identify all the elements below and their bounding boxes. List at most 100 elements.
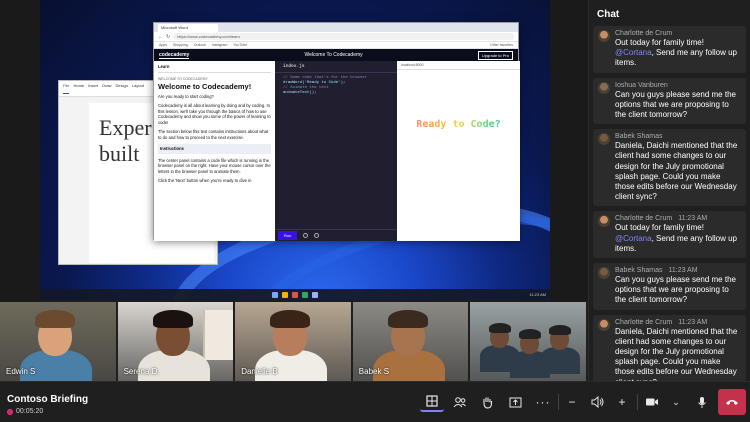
browser-tab[interactable]: Microsoft Word bbox=[158, 24, 218, 32]
chat-message[interactable]: Charlotte de Crum 11:23 AM Daniela, Daichi… bbox=[593, 314, 746, 381]
refresh-icon[interactable]: ↻ bbox=[166, 34, 170, 40]
chat-message[interactable]: Charlotte de Crum Out today for family ti… bbox=[593, 26, 746, 73]
word-tab[interactable]: Home bbox=[73, 83, 84, 94]
start-icon[interactable] bbox=[272, 291, 278, 298]
reset-icon[interactable] bbox=[303, 233, 309, 238]
favorite-item[interactable]: Shopping bbox=[173, 43, 188, 47]
people-icon bbox=[453, 397, 466, 408]
avatar[interactable] bbox=[598, 215, 610, 228]
shared-screen[interactable]: File Home Insert Draw Design Layout Expe… bbox=[40, 0, 550, 300]
more-icon: ··· bbox=[535, 395, 551, 409]
codecademy-logo[interactable]: codecademy bbox=[159, 52, 190, 59]
copy-icon[interactable] bbox=[314, 233, 320, 238]
meeting-timer: 00:05:20 bbox=[7, 408, 43, 415]
grid-view-button[interactable] bbox=[420, 392, 444, 412]
sender-name: Babek Shamas bbox=[615, 133, 663, 141]
share-screen-icon bbox=[509, 397, 521, 407]
message-text: Can you guys please send me the options … bbox=[615, 89, 736, 120]
mention[interactable]: @Cortana bbox=[615, 48, 652, 57]
recording-icon bbox=[7, 408, 13, 415]
favorite-item[interactable]: Other favorites bbox=[490, 43, 513, 47]
run-button[interactable]: Run bbox=[278, 231, 298, 240]
teams-meeting-window: File Home Insert Draw Design Layout Expe… bbox=[0, 0, 750, 422]
word-tab[interactable]: Layout bbox=[132, 83, 144, 94]
chevron-down-icon: ⌄ bbox=[672, 396, 680, 407]
hang-up-icon bbox=[726, 400, 738, 405]
avatar[interactable] bbox=[598, 318, 610, 331]
participant-hair bbox=[152, 310, 193, 328]
preview-text[interactable]: Ready to Code? bbox=[397, 119, 520, 130]
code-file-tab[interactable]: index.js bbox=[275, 61, 397, 73]
camera-options-button[interactable]: ⌄ bbox=[667, 392, 685, 412]
chat-message-list[interactable]: Charlotte de Crum Out today for family ti… bbox=[589, 26, 750, 381]
favorite-item[interactable]: Apps bbox=[159, 43, 167, 47]
favorite-item[interactable]: YouTube bbox=[233, 43, 247, 47]
favorites-bar: Apps Shopping Outlook Instagram YouTube … bbox=[154, 42, 518, 49]
favorite-item[interactable]: Instagram bbox=[212, 43, 228, 47]
message-meta: Ioshua Vanburen bbox=[615, 81, 742, 90]
bookshelf bbox=[202, 310, 233, 360]
code-line: animateText(); bbox=[283, 91, 317, 95]
stage-margin-left bbox=[0, 0, 40, 302]
participant-tile[interactable]: Edwin S bbox=[0, 302, 116, 381]
avatar[interactable] bbox=[598, 267, 610, 280]
word-tab[interactable]: Draw bbox=[102, 83, 111, 94]
participant-tile[interactable]: Danielle B bbox=[235, 302, 351, 381]
leave-call-button[interactable] bbox=[718, 389, 746, 415]
camera-button[interactable] bbox=[640, 392, 664, 412]
word-tab[interactable]: Insert bbox=[88, 83, 98, 94]
avatar[interactable] bbox=[598, 30, 610, 42]
word-tab[interactable]: Design bbox=[115, 83, 127, 94]
meeting-control-bar: Contoso Briefing 00:05:20 ··· − + ⌄ bbox=[0, 381, 750, 422]
avatar[interactable] bbox=[598, 81, 610, 94]
zoom-out-button[interactable]: − bbox=[560, 392, 584, 412]
participant-name: Danielle B bbox=[241, 367, 278, 376]
meeting-title: Contoso Briefing bbox=[7, 394, 89, 405]
more-options-button[interactable]: ··· bbox=[531, 392, 555, 412]
learn-paragraph: Codecademy is all about learning by doin… bbox=[158, 103, 271, 125]
participant-hair bbox=[270, 310, 311, 328]
participant-hair bbox=[518, 328, 541, 339]
raise-hand-button[interactable] bbox=[475, 392, 499, 412]
mention[interactable]: @Cortana bbox=[615, 234, 652, 243]
chat-panel: Chat Charlotte de Crum Out today for fami… bbox=[588, 0, 750, 381]
speaker-icon bbox=[591, 396, 603, 408]
app-icon[interactable] bbox=[292, 291, 298, 298]
people-button[interactable] bbox=[447, 392, 471, 412]
zoom-in-button[interactable]: + bbox=[610, 392, 634, 412]
message-meta: Charlotte de Crum 11:23 AM bbox=[615, 318, 742, 327]
learn-paragraph: Are you ready to start coding? bbox=[158, 93, 214, 99]
sender-name: Charlotte de Crum bbox=[615, 30, 673, 37]
participant-name: Serena D. bbox=[123, 367, 160, 376]
chat-message[interactable]: Babek Shamas 11:23 AM Can you guys please … bbox=[593, 263, 746, 310]
code-editor[interactable]: index.js // Some code that's for the bro… bbox=[275, 61, 397, 241]
upgrade-button[interactable]: Upgrade to Pro bbox=[477, 50, 513, 60]
favorite-item[interactable]: Outlook bbox=[194, 43, 206, 47]
share-button[interactable] bbox=[503, 392, 527, 412]
back-icon[interactable]: ← bbox=[158, 34, 163, 40]
preview-panel[interactable]: localhost:8000 Ready to Code? bbox=[397, 61, 520, 241]
file-explorer-icon[interactable] bbox=[282, 291, 288, 298]
message-time: 11:23 AM bbox=[678, 215, 708, 223]
app-icon[interactable] bbox=[312, 291, 318, 298]
chat-message[interactable]: Ioshua Vanburen Can you guys please send … bbox=[593, 77, 746, 125]
participant-tile[interactable] bbox=[470, 302, 586, 381]
learn-panel: Learn WELCOME TO CODECADEMY Welcome to C… bbox=[154, 61, 275, 241]
volume-button[interactable] bbox=[585, 392, 609, 412]
code-editor-footer: Run bbox=[275, 229, 397, 241]
message-text: Out today for family time! @Cortana, Sen… bbox=[615, 223, 737, 253]
instructions-paragraph: Click the 'Next' button when you're read… bbox=[158, 178, 252, 183]
participant-tile[interactable]: Serena D. bbox=[117, 302, 234, 381]
chat-message[interactable]: Charlotte de Crum 11:23 AM Out today for f… bbox=[593, 211, 746, 259]
word-tab[interactable]: File bbox=[63, 83, 70, 94]
shared-content-stage: File Home Insert Draw Design Layout Expe… bbox=[0, 0, 588, 302]
browser-window[interactable]: Microsoft Word ← ↻ https://www.codecadem… bbox=[153, 22, 520, 241]
avatar[interactable] bbox=[598, 133, 610, 146]
learn-heading: Welcome to Codecademy! bbox=[158, 82, 252, 91]
browser-toolbar: ← ↻ https://www.codecademy.com/learn bbox=[154, 32, 518, 42]
address-bar[interactable]: https://www.codecademy.com/learn bbox=[173, 33, 514, 40]
app-icon[interactable] bbox=[302, 291, 308, 298]
participant-tile[interactable]: Babek S bbox=[352, 302, 469, 381]
mic-button[interactable] bbox=[690, 392, 714, 412]
chat-message[interactable]: Babek Shamas Daniela, Daichi mentioned th… bbox=[593, 129, 746, 207]
